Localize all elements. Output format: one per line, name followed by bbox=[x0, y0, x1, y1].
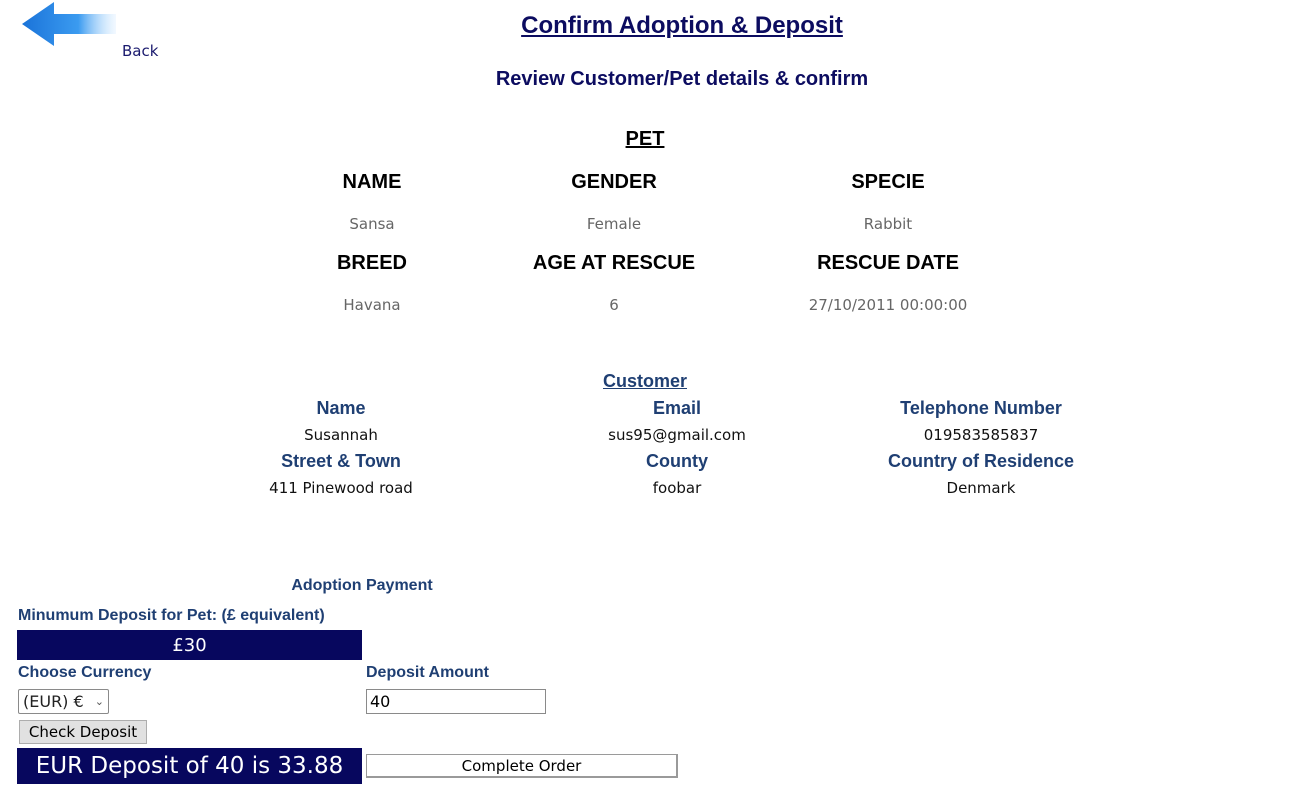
customer-country-value: Denmark bbox=[946, 479, 1016, 497]
pet-breed-label: BREED bbox=[336, 252, 407, 274]
customer-street-value: 411 Pinewood road bbox=[269, 479, 413, 497]
pet-age-value: 6 bbox=[609, 296, 619, 314]
min-deposit-label: Minumum Deposit for Pet: (£ equivalent) bbox=[18, 607, 325, 624]
pet-section-title: PET bbox=[625, 128, 665, 150]
pet-name-label: NAME bbox=[342, 171, 402, 193]
pet-rescue-date-value: 27/10/2011 00:00:00 bbox=[808, 296, 968, 314]
customer-phone-value: 019583585837 bbox=[923, 426, 1039, 444]
customer-phone-label: Telephone Number bbox=[900, 398, 1062, 418]
pet-specie-label: SPECIE bbox=[851, 171, 925, 193]
customer-county-label: County bbox=[646, 451, 708, 471]
customer-name-label: Name bbox=[316, 398, 366, 418]
chevron-down-icon: ⌄ bbox=[94, 695, 104, 708]
page-subtitle: Review Customer/Pet details & confirm bbox=[495, 68, 869, 90]
back-link[interactable]: Back bbox=[122, 42, 158, 60]
customer-county-value: foobar bbox=[652, 479, 702, 497]
currency-selected-value: (EUR) € bbox=[23, 692, 84, 711]
min-deposit-value: £30 bbox=[17, 630, 362, 660]
pet-name-value: Sansa bbox=[349, 215, 395, 233]
customer-country-label: Country of Residence bbox=[887, 451, 1075, 471]
customer-email-value: sus95@gmail.com bbox=[608, 426, 746, 444]
deposit-amount-input[interactable] bbox=[366, 689, 546, 714]
check-deposit-button[interactable]: Check Deposit bbox=[19, 720, 147, 744]
page-title: Confirm Adoption & Deposit bbox=[521, 12, 843, 39]
currency-label: Choose Currency bbox=[18, 664, 152, 681]
pet-specie-value: Rabbit bbox=[863, 215, 913, 233]
pet-gender-value: Female bbox=[586, 215, 642, 233]
pet-rescue-date-label: RESCUE DATE bbox=[817, 252, 959, 274]
deposit-result: EUR Deposit of 40 is 33.88 bbox=[17, 748, 362, 784]
complete-order-button[interactable]: Complete Order bbox=[366, 754, 678, 778]
pet-breed-value: Havana bbox=[343, 296, 401, 314]
currency-select[interactable]: (EUR) € ⌄ bbox=[18, 689, 109, 714]
customer-email-label: Email bbox=[652, 398, 702, 418]
deposit-amount-label: Deposit Amount bbox=[366, 664, 489, 681]
customer-section-title: Customer bbox=[602, 371, 687, 391]
payment-section-title: Adoption Payment bbox=[291, 577, 433, 594]
customer-street-label: Street & Town bbox=[281, 451, 401, 471]
customer-name-value: Susannah bbox=[304, 426, 378, 444]
pet-gender-label: GENDER bbox=[571, 171, 657, 193]
pet-age-label: AGE AT RESCUE bbox=[532, 252, 696, 274]
